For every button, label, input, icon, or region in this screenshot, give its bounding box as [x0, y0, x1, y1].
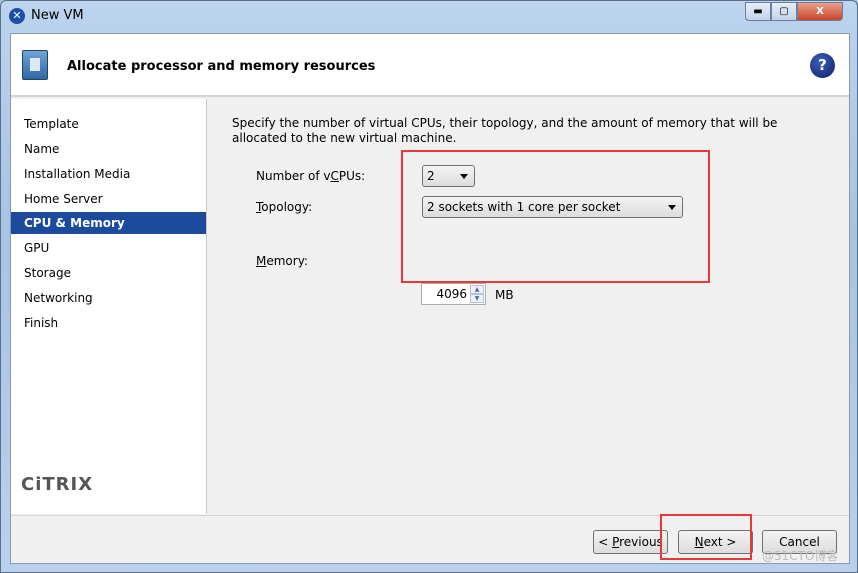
- sidebar-item-cpu-memory[interactable]: CPU & Memory: [11, 212, 206, 234]
- highlight-box-next: [660, 514, 752, 560]
- main-panel: Specify the number of virtual CPUs, thei…: [208, 99, 849, 514]
- previous-button[interactable]: < Previous: [593, 530, 668, 554]
- citrix-logo: CiTRIX: [21, 474, 94, 495]
- sidebar-item-name[interactable]: Name: [11, 138, 206, 160]
- button-bar: < Previous Next > Cancel: [11, 514, 849, 563]
- window-frame: ✕ New VM ▬ ▢ X Allocate processor and me…: [0, 0, 858, 573]
- sidebar-item-home-server[interactable]: Home Server: [11, 188, 206, 210]
- memory-unit: MB: [495, 288, 514, 302]
- wizard-header: Allocate processor and memory resources …: [11, 34, 849, 97]
- memory-label: Memory:: [256, 254, 308, 268]
- memory-stepper[interactable]: 4096 ▲ ▼: [421, 283, 486, 305]
- app-icon: ✕: [9, 8, 25, 24]
- description: Specify the number of virtual CPUs, thei…: [232, 116, 778, 145]
- sidebar-item-installation-media[interactable]: Installation Media: [11, 163, 206, 185]
- minimize-button[interactable]: ▬: [745, 2, 771, 21]
- spin-down-icon[interactable]: ▼: [470, 294, 484, 303]
- vcpus-label: Number of vCPUs:: [256, 169, 366, 183]
- vm-wizard-icon: [22, 50, 48, 80]
- spin-up-icon[interactable]: ▲: [470, 285, 484, 294]
- help-button[interactable]: ?: [810, 53, 835, 78]
- sidebar-item-finish[interactable]: Finish: [11, 312, 206, 334]
- page-title: Allocate processor and memory resources: [67, 59, 376, 74]
- topology-label: Topology:: [256, 200, 313, 214]
- maximize-button[interactable]: ▢: [771, 2, 797, 21]
- sidebar-item-template[interactable]: Template: [11, 113, 206, 135]
- close-button[interactable]: X: [797, 2, 843, 21]
- window-title: New VM: [31, 8, 84, 23]
- sidebar-item-gpu[interactable]: GPU: [11, 237, 206, 259]
- sidebar-item-storage[interactable]: Storage: [11, 262, 206, 284]
- watermark: @51CTO博客: [762, 549, 839, 563]
- sidebar-item-networking[interactable]: Networking: [11, 287, 206, 309]
- wizard-client: Allocate processor and memory resources …: [10, 33, 850, 564]
- highlight-box-settings: [401, 150, 710, 283]
- wizard-steps: Template Name Installation Media Home Se…: [11, 99, 207, 514]
